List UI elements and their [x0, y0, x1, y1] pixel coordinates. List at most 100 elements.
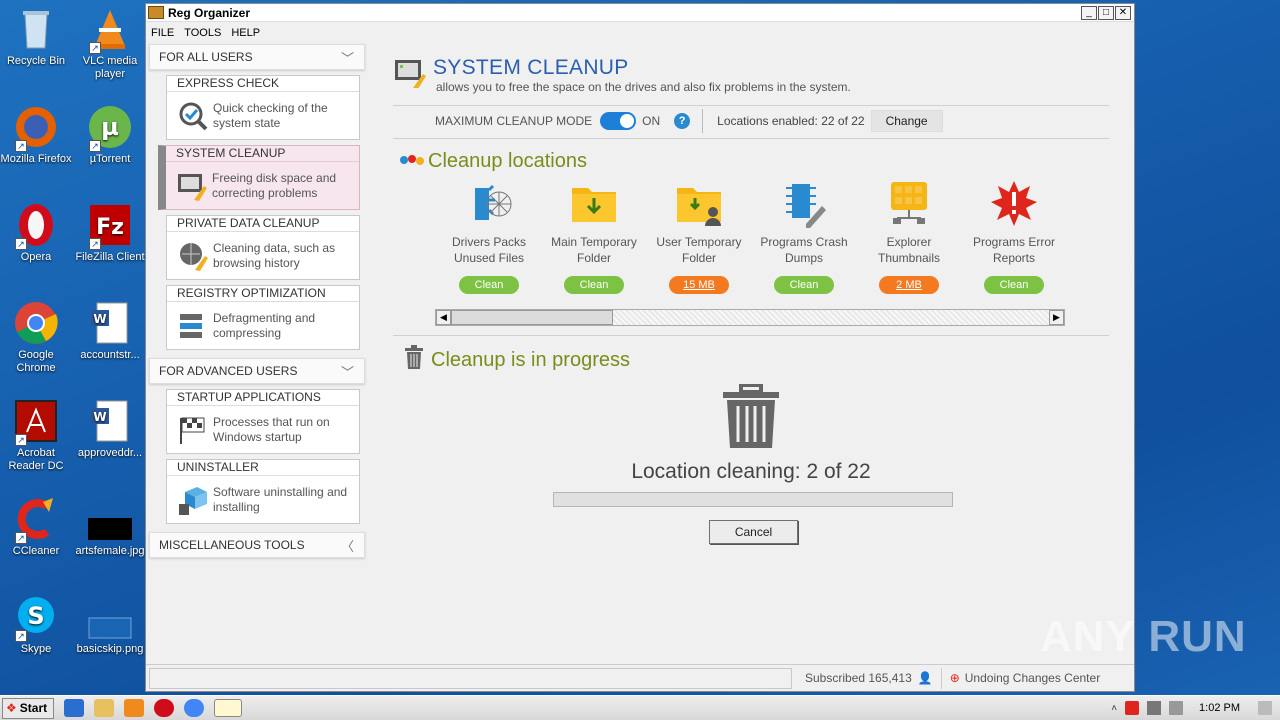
desktop-icon-accountstr[interactable]: W accountstr... [74, 300, 146, 362]
card-registry-optimization[interactable]: REGISTRY OPTIMIZATION Defragmenting and … [166, 285, 360, 350]
size-button[interactable]: 2 MB [879, 276, 939, 294]
section-for-all-users[interactable]: FOR ALL USERS ﹀ [149, 44, 365, 70]
desktop-icon-vlc[interactable]: ↗ VLC media player [74, 6, 146, 81]
reg-organizer-taskbar-button[interactable] [214, 699, 242, 717]
location-tile-error-reports[interactable]: Programs Error Reports Clean [962, 180, 1066, 294]
card-startup-applications[interactable]: STARTUP APPLICATIONS Processes that run … [166, 389, 360, 454]
card-title: EXPRESS CHECK [167, 76, 359, 92]
scroll-left-arrow-icon[interactable]: ◀ [436, 310, 451, 325]
card-title: STARTUP APPLICATIONS [167, 390, 359, 406]
location-tile-drivers-packs[interactable]: Drivers Packs Unused Files Clean [437, 180, 541, 294]
clean-button[interactable]: Clean [459, 276, 519, 294]
menu-tools[interactable]: TOOLS [184, 27, 221, 39]
window-title: Reg Organizer [168, 5, 251, 20]
card-title: UNINSTALLER [167, 460, 359, 476]
desktop-icon-basicskip[interactable]: basicskip.png [74, 594, 146, 656]
desktop-icon-label: Skype [20, 643, 52, 655]
menu-help[interactable]: HELP [231, 27, 260, 39]
card-private-data-cleanup[interactable]: PRIVATE DATA CLEANUP Cleaning data, such… [166, 215, 360, 280]
file-explorer-icon[interactable] [94, 699, 114, 717]
app-icon [148, 6, 164, 19]
svg-text:W: W [93, 312, 106, 326]
close-button[interactable]: ✕ [1115, 5, 1131, 20]
shortcut-arrow-icon: ↗ [15, 238, 27, 250]
scrollbar-thumb[interactable] [451, 310, 613, 325]
card-description: Quick checking of the system state [213, 100, 328, 130]
desktop-icon-label: Recycle Bin [6, 55, 66, 67]
desktop-icon-acrobat[interactable]: ↗ Acrobat Reader DC [0, 398, 72, 473]
utorrent-icon: µ ↗ [87, 104, 133, 152]
tray-security-icon[interactable] [1125, 701, 1140, 715]
media-player-icon[interactable] [124, 699, 144, 717]
subscribed-counter[interactable]: Subscribed 165,413 👤 [797, 671, 941, 685]
desktop-icon-label: Mozilla Firefox [0, 153, 72, 165]
volume-icon[interactable] [1169, 701, 1184, 715]
desktop-icon-label: basicskip.png [76, 643, 144, 655]
locations-scrollbar[interactable]: ◀ ▶ [435, 309, 1065, 326]
network-icon[interactable] [1147, 701, 1162, 715]
location-tile-crash-dumps[interactable]: Programs Crash Dumps Clean [752, 180, 856, 294]
opera-icon: ↗ [13, 202, 59, 250]
chrome-taskbar-icon[interactable] [184, 699, 204, 717]
scroll-right-arrow-icon[interactable]: ▶ [1049, 310, 1064, 325]
desktop-icon-recycle-bin[interactable]: Recycle Bin [0, 6, 72, 68]
error-burst-icon [990, 180, 1038, 228]
chip-pencil-icon [780, 180, 828, 228]
size-button[interactable]: 15 MB [669, 276, 729, 294]
status-field [149, 667, 792, 689]
location-label: Programs Crash Dumps [760, 235, 848, 265]
clean-button[interactable]: Clean [564, 276, 624, 294]
start-button[interactable]: ❖ Start [2, 697, 54, 719]
acrobat-icon: ↗ [13, 398, 59, 446]
cancel-button[interactable]: Cancel [709, 520, 798, 544]
desktop-icon-filezilla[interactable]: Fz ↗ FileZilla Client [74, 202, 146, 264]
drivers-cobweb-icon [465, 180, 513, 228]
desktop-icon-artsfemale[interactable]: artsfemale.jpg [74, 496, 146, 558]
desktop-icon-firefox[interactable]: ↗ Mozilla Firefox [0, 104, 72, 166]
desktop-icon-skype[interactable]: S ↗ Skype [0, 594, 72, 656]
locations-enabled-label: Locations enabled: 22 of 22 [717, 114, 865, 128]
change-button[interactable]: Change [870, 110, 943, 132]
section-miscellaneous-tools[interactable]: MISCELLANEOUS TOOLS 〈 [149, 532, 365, 558]
skype-icon: S ↗ [13, 594, 59, 642]
card-system-cleanup[interactable]: SYSTEM CLEANUP Freeing disk space and co… [158, 145, 360, 210]
section-for-advanced-users[interactable]: FOR ADVANCED USERS ﹀ [149, 358, 365, 384]
svg-text:µ: µ [101, 113, 119, 141]
minimize-button[interactable]: _ [1081, 5, 1097, 20]
menu-file[interactable]: FILE [151, 27, 174, 39]
maximize-button[interactable]: □ [1098, 5, 1114, 20]
folder-download-icon [570, 180, 618, 228]
location-tile-user-temp-folder[interactable]: User Temporary Folder 15 MB [647, 180, 751, 294]
folder-user-icon [675, 180, 723, 228]
toggle-state-label: ON [642, 114, 661, 128]
location-label: Main Temporary Folder [551, 235, 637, 265]
desktop-icon-utorrent[interactable]: µ ↗ µTorrent [74, 104, 146, 166]
clock[interactable]: 1:02 PM [1199, 702, 1240, 714]
desktop-icon-chrome[interactable]: Google Chrome [0, 300, 72, 375]
opera-taskbar-icon[interactable] [154, 699, 174, 717]
desktop-icon-ccleaner[interactable]: ↗ CCleaner [0, 496, 72, 558]
clean-button[interactable]: Clean [774, 276, 834, 294]
trash-can-icon [403, 345, 425, 369]
title-bar[interactable]: Reg Organizer _ □ ✕ [146, 4, 1134, 22]
image-file-icon [87, 594, 133, 640]
recycle-bin-icon [13, 6, 59, 52]
page-title: SYSTEM CLEANUP [433, 56, 629, 79]
desktop-icon-opera[interactable]: ↗ Opera [0, 202, 72, 264]
location-tile-explorer-thumbnails[interactable]: Explorer Thumbnails 2 MB [857, 180, 961, 294]
divider [393, 335, 1109, 336]
max-cleanup-mode-toggle[interactable] [600, 112, 637, 130]
location-tile-main-temp-folder[interactable]: Main Temporary Folder Clean [542, 180, 646, 294]
internet-explorer-icon[interactable] [64, 699, 84, 717]
desktop-icon-approveddr[interactable]: W approveddr... [74, 398, 146, 460]
show-desktop-icon[interactable] [1258, 701, 1272, 715]
location-label: Drivers Packs Unused Files [451, 235, 526, 265]
undo-changes-center-button[interactable]: ⊕ Undoing Changes Center [940, 667, 1108, 689]
clean-button[interactable]: Clean [984, 276, 1044, 294]
card-express-check[interactable]: EXPRESS CHECK Quick checking of the syst… [166, 75, 360, 140]
tray-expand-icon[interactable]: ˄ [1111, 703, 1117, 714]
card-uninstaller[interactable]: UNINSTALLER Software uninstalling and in… [166, 459, 360, 524]
box-trash-icon [177, 484, 209, 516]
desktop-icon-label: Opera [20, 251, 52, 263]
help-icon[interactable]: ? [674, 113, 691, 129]
